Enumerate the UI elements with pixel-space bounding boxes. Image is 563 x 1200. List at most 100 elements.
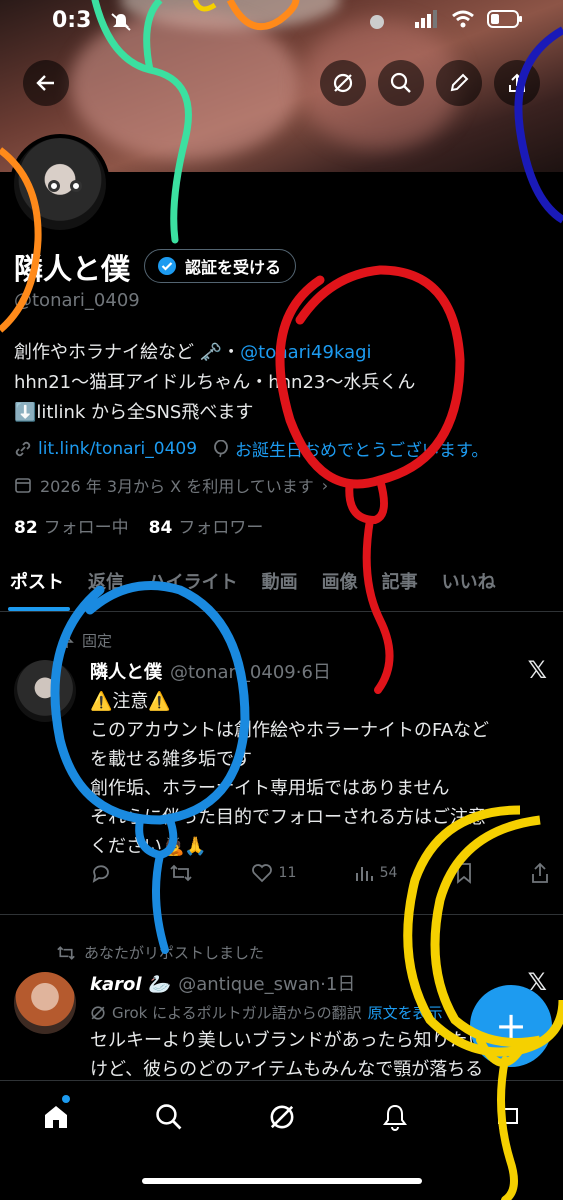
share-icon xyxy=(509,73,525,92)
balloon-icon xyxy=(214,439,228,457)
nav-notifications[interactable] xyxy=(375,1097,415,1137)
pinned-post-body: ⚠️注意⚠️ このアカウントは創作絵やホラーナイトのFAなど を載せる雑多垢です… xyxy=(90,687,550,861)
pinned-post-actions: 11 54 xyxy=(90,862,550,884)
profile-handle: @tonari_0409 xyxy=(14,290,140,311)
nav-search[interactable] xyxy=(149,1097,189,1137)
status-bar: 0:3 xyxy=(0,0,563,44)
compose-button[interactable]: + xyxy=(470,985,552,1067)
pinned-post-line: それらに伴った目的でフォローされる方はご注意 xyxy=(90,807,486,828)
followers-label: フォロワー xyxy=(178,518,264,538)
tab-articles[interactable]: 記事 xyxy=(372,556,432,611)
share-button[interactable] xyxy=(494,60,540,106)
repost-label-text: あなたがリポストしました xyxy=(84,944,265,962)
translation-text: Grok によるポルトガル語からの翻訳 xyxy=(112,1004,362,1022)
tab-replies[interactable]: 返信 xyxy=(78,556,138,611)
wifi-icon xyxy=(452,10,474,28)
repost-label: あなたがリポストしました xyxy=(56,942,264,963)
link-icon xyxy=(15,441,31,456)
get-verified-label: 認証を受ける xyxy=(185,258,282,277)
search-icon xyxy=(156,1104,182,1130)
profile-avatar[interactable] xyxy=(10,134,110,234)
tab-posts[interactable]: ポスト xyxy=(0,556,78,611)
status-indicators xyxy=(415,10,523,28)
grok-icon xyxy=(91,1005,105,1020)
pin-icon xyxy=(60,632,74,648)
repost-button[interactable] xyxy=(169,862,193,884)
search-icon xyxy=(390,72,411,93)
following-stat[interactable]: 82 フォロー中 xyxy=(14,513,129,538)
translation-row: Grok によるポルトガル語からの翻訳 原文を表示 xyxy=(90,1002,443,1023)
bio-line-2: hhn21～猫耳アイドルちゃん・hhn23～水兵くん xyxy=(14,372,416,393)
views-count: 54 xyxy=(379,865,398,881)
tab-images[interactable]: 画像 xyxy=(312,556,372,611)
followers-count: 84 xyxy=(148,518,173,538)
search-button[interactable] xyxy=(378,60,424,106)
pinned-post-line: 創作垢、ホラーナイト専用垢ではありません xyxy=(90,778,450,799)
tab-highlights[interactable]: ハイライト xyxy=(138,556,252,611)
bookmark-icon xyxy=(456,863,471,884)
website-link[interactable]: lit.link/tonari_0409 xyxy=(38,439,197,459)
mute-icon xyxy=(111,13,131,31)
show-original-link[interactable]: 原文を表示 xyxy=(368,1002,443,1023)
views-button[interactable]: 54 xyxy=(354,863,398,883)
edit-button[interactable] xyxy=(436,60,482,106)
pinned-post-meta: @tonari_0409·6日 xyxy=(170,662,331,683)
pinned-post-line: ください🙇🙏 xyxy=(90,836,207,857)
share-post-button[interactable] xyxy=(530,862,550,884)
pinned-post-author[interactable]: 隣人と僕 xyxy=(90,662,162,683)
pinned-label: 固定 xyxy=(60,630,112,651)
messages-icon xyxy=(498,1108,518,1130)
tab-videos[interactable]: 動画 xyxy=(252,556,312,611)
camera-dot xyxy=(370,15,384,29)
pinned-post-header: 隣人と僕 @tonari_0409·6日 xyxy=(90,658,331,684)
bio-line-1: 創作やホラナイ絵など 🗝️・ xyxy=(14,342,241,363)
nav-home[interactable] xyxy=(36,1097,76,1137)
bio-mention-link[interactable]: @tonari49kagi xyxy=(240,342,371,363)
pinned-post-line: ⚠️注意⚠️ xyxy=(90,691,171,712)
pinned-post-avatar[interactable] xyxy=(14,660,76,722)
edit-icon xyxy=(450,73,469,92)
home-notification-dot xyxy=(62,1095,70,1103)
birthday-text[interactable]: お誕生日おめでとうございます。 xyxy=(235,436,488,461)
bookmark-button[interactable] xyxy=(455,862,473,884)
home-indicator xyxy=(142,1178,422,1184)
repost-author[interactable]: karol 🦢 xyxy=(90,974,170,995)
grok-icon xyxy=(333,73,353,93)
profile-bio: 創作やホラナイ絵など 🗝️・@tonari49kagi hhn21～猫耳アイドル… xyxy=(14,338,554,428)
post-divider xyxy=(0,914,563,915)
grok-icon xyxy=(270,1105,294,1129)
following-label: フォロー中 xyxy=(43,518,129,538)
joined-text: 2026 年 3月から X を利用しています xyxy=(40,477,314,496)
follow-stats: 82 フォロー中 84 フォロワー xyxy=(14,513,263,538)
repost-author-avatar[interactable] xyxy=(14,972,76,1034)
tab-likes[interactable]: いいね xyxy=(432,556,510,611)
profile-name: 隣人と僕 xyxy=(14,252,131,286)
signal-icon xyxy=(415,10,437,28)
repost-meta: @antique_swan·1日 xyxy=(178,974,356,995)
repost-icon xyxy=(57,945,75,960)
following-count: 82 xyxy=(14,518,38,538)
profile-tabs: ポスト 返信 ハイライト 動画 画像 記事 いいね xyxy=(0,556,563,612)
notifications-icon xyxy=(383,1104,407,1131)
x-logo-icon: 𝕏 xyxy=(527,656,547,684)
pinned-post-line: を載せる雑多垢です xyxy=(90,749,252,770)
pinned-text: 固定 xyxy=(82,632,113,650)
like-button[interactable]: 11 xyxy=(251,863,296,883)
joined-row: 2026 年 3月から X を利用しています › xyxy=(14,473,328,497)
followers-stat[interactable]: 84 フォロワー xyxy=(149,513,264,538)
heart-icon xyxy=(251,864,272,883)
profile-meta: lit.link/tonari_0409 お誕生日おめでとうございます。 xyxy=(14,436,488,461)
grok-button[interactable] xyxy=(320,60,366,106)
repost-icon xyxy=(170,864,192,882)
repost-header: karol 🦢 @antique_swan·1日 xyxy=(90,970,355,996)
reply-icon xyxy=(92,865,109,883)
back-button[interactable] xyxy=(23,60,69,106)
reply-button[interactable] xyxy=(90,862,112,884)
verified-badge-icon xyxy=(158,257,176,275)
share-icon xyxy=(532,862,548,883)
nav-grok[interactable] xyxy=(262,1097,302,1137)
get-verified-button[interactable]: 認証を受ける xyxy=(144,249,297,283)
bio-line-3: ⬇️litlink から全SNS飛べます xyxy=(14,402,254,423)
chevron-right-icon[interactable]: › xyxy=(322,476,328,495)
nav-messages[interactable] xyxy=(488,1097,528,1137)
